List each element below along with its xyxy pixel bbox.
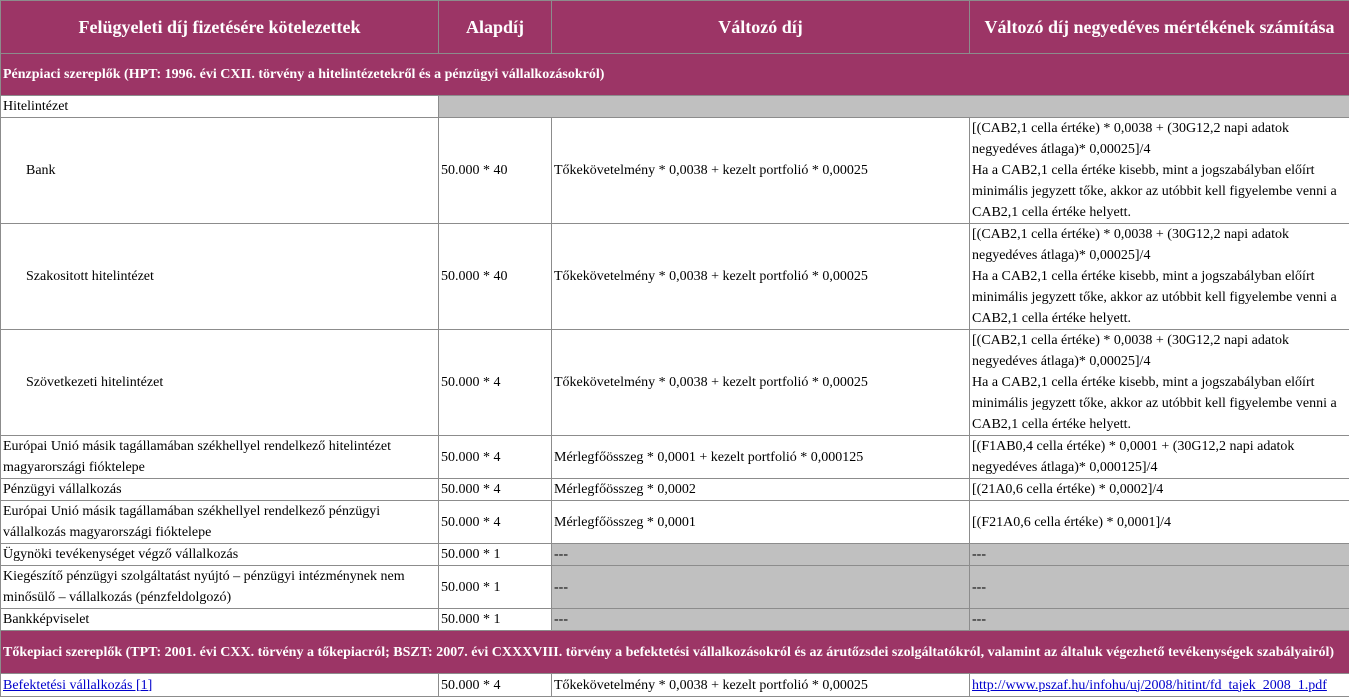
table-row: Európai Unió másik tagállamában székhell… bbox=[1, 501, 1349, 544]
row-name: Szakositott hitelintézet bbox=[1, 224, 439, 330]
row-variable-fee: Tőkekövetelmény * 0,0038 + kezelt portfo… bbox=[552, 330, 970, 436]
section-money-market: Pénzpiaci szereplők (HPT: 1996. évi CXII… bbox=[1, 54, 1349, 96]
row-variable-fee: --- bbox=[552, 544, 970, 566]
row-calculation: --- bbox=[970, 544, 1349, 566]
row-variable-fee: --- bbox=[552, 609, 970, 631]
header-variable-fee: Változó díj bbox=[552, 1, 970, 54]
header-calculation: Változó díj negyedéves mértékének számít… bbox=[970, 1, 1349, 54]
header-obligors: Felügyeleti díj fizetésére kötelezettek bbox=[1, 1, 439, 54]
calc-note: Ha a CAB2,1 cella értéke kisebb, mint a … bbox=[972, 269, 1337, 326]
table-row: Bankképviselet 50.000 * 1 --- --- bbox=[1, 609, 1349, 631]
table-row: Ügynöki tevékenységet végző vállalkozás … bbox=[1, 544, 1349, 566]
section-capital-market: Tőkepiaci szereplők (TPT: 2001. évi CXX.… bbox=[1, 631, 1349, 674]
row-name: Szövetkezeti hitelintézet bbox=[1, 330, 439, 436]
gray-cell bbox=[439, 96, 1349, 118]
table-row: Pénzügyi vállalkozás 50.000 * 4 Mérlegfő… bbox=[1, 479, 1349, 501]
table-row: Kiegészítő pénzügyi szolgáltatást nyújtó… bbox=[1, 566, 1349, 609]
table-row: Hitelintézet bbox=[1, 96, 1349, 118]
row-name: Pénzügyi vállalkozás bbox=[1, 479, 439, 501]
row-name: Ügynöki tevékenységet végző vállalkozás bbox=[1, 544, 439, 566]
row-base-fee: 50.000 * 4 bbox=[439, 330, 552, 436]
row-base-fee: 50.000 * 4 bbox=[439, 674, 552, 697]
calc-note: Ha a CAB2,1 cella értéke kisebb, mint a … bbox=[972, 163, 1337, 220]
calc-formula: [(CAB2,1 cella értéke) * 0,0038 + (30G12… bbox=[972, 121, 1289, 157]
row-name: Kiegészítő pénzügyi szolgáltatást nyújtó… bbox=[1, 566, 439, 609]
header-row: Felügyeleti díj fizetésére kötelezettek … bbox=[1, 1, 1349, 54]
calc-formula: [(CAB2,1 cella értéke) * 0,0038 + (30G12… bbox=[972, 227, 1289, 263]
row-name: Bank bbox=[1, 118, 439, 224]
row-base-fee: 50.000 * 4 bbox=[439, 436, 552, 479]
row-calculation: [(F1AB0,4 cella értéke) * 0,0001 + (30G1… bbox=[970, 436, 1349, 479]
calc-formula: [(CAB2,1 cella értéke) * 0,0038 + (30G12… bbox=[972, 333, 1289, 369]
row-calculation: [(F21A0,6 cella értéke) * 0,0001]/4 bbox=[970, 501, 1349, 544]
fee-table: Felügyeleti díj fizetésére kötelezettek … bbox=[0, 0, 1349, 697]
section-row: Tőkepiaci szereplők (TPT: 2001. évi CXX.… bbox=[1, 631, 1349, 674]
row-variable-fee: Mérlegfőösszeg * 0,0002 bbox=[552, 479, 970, 501]
row-calculation: http://www.pszaf.hu/infohu/uj/2008/hitin… bbox=[970, 674, 1349, 697]
row-variable-fee: Mérlegfőösszeg * 0,0001 bbox=[552, 501, 970, 544]
row-base-fee: 50.000 * 1 bbox=[439, 544, 552, 566]
header-base-fee: Alapdíj bbox=[439, 1, 552, 54]
row-variable-fee: Tőkekövetelmény * 0,0038 + kezelt portfo… bbox=[552, 674, 970, 697]
befektetesi-link[interactable]: Befektetési vállalkozás [1] bbox=[3, 678, 152, 693]
row-base-fee: 50.000 * 1 bbox=[439, 609, 552, 631]
row-base-fee: 50.000 * 4 bbox=[439, 479, 552, 501]
row-name: Európai Unió másik tagállamában székhell… bbox=[1, 501, 439, 544]
table-row: Szövetkezeti hitelintézet 50.000 * 4 Tők… bbox=[1, 330, 1349, 436]
table-row: Európai Unió másik tagállamában székhell… bbox=[1, 436, 1349, 479]
row-base-fee: 50.000 * 40 bbox=[439, 224, 552, 330]
table-row: Bank 50.000 * 40 Tőkekövetelmény * 0,003… bbox=[1, 118, 1349, 224]
row-name: Bankképviselet bbox=[1, 609, 439, 631]
row-base-fee: 50.000 * 40 bbox=[439, 118, 552, 224]
row-variable-fee: Mérlegfőösszeg * 0,0001 + kezelt portfol… bbox=[552, 436, 970, 479]
row-variable-fee: --- bbox=[552, 566, 970, 609]
row-calculation: [(CAB2,1 cella értéke) * 0,0038 + (30G12… bbox=[970, 224, 1349, 330]
row-name: Európai Unió másik tagállamában székhell… bbox=[1, 436, 439, 479]
table-row: Befektetési vállalkozás [1] 50.000 * 4 T… bbox=[1, 674, 1349, 697]
calc-note: Ha a CAB2,1 cella értéke kisebb, mint a … bbox=[972, 375, 1337, 432]
table-row: Szakositott hitelintézet 50.000 * 40 Tők… bbox=[1, 224, 1349, 330]
row-name: Befektetési vállalkozás [1] bbox=[1, 674, 439, 697]
row-variable-fee: Tőkekövetelmény * 0,0038 + kezelt portfo… bbox=[552, 224, 970, 330]
row-base-fee: 50.000 * 1 bbox=[439, 566, 552, 609]
row-calculation: [(21A0,6 cella értéke) * 0,0002]/4 bbox=[970, 479, 1349, 501]
pdf-link[interactable]: http://www.pszaf.hu/infohu/uj/2008/hitin… bbox=[972, 678, 1327, 693]
section-row: Pénzpiaci szereplők (HPT: 1996. évi CXII… bbox=[1, 54, 1349, 96]
row-variable-fee: Tőkekövetelmény * 0,0038 + kezelt portfo… bbox=[552, 118, 970, 224]
category-label: Hitelintézet bbox=[1, 96, 439, 118]
row-calculation: --- bbox=[970, 609, 1349, 631]
row-calculation: [(CAB2,1 cella értéke) * 0,0038 + (30G12… bbox=[970, 118, 1349, 224]
row-base-fee: 50.000 * 4 bbox=[439, 501, 552, 544]
row-calculation: [(CAB2,1 cella értéke) * 0,0038 + (30G12… bbox=[970, 330, 1349, 436]
row-calculation: --- bbox=[970, 566, 1349, 609]
